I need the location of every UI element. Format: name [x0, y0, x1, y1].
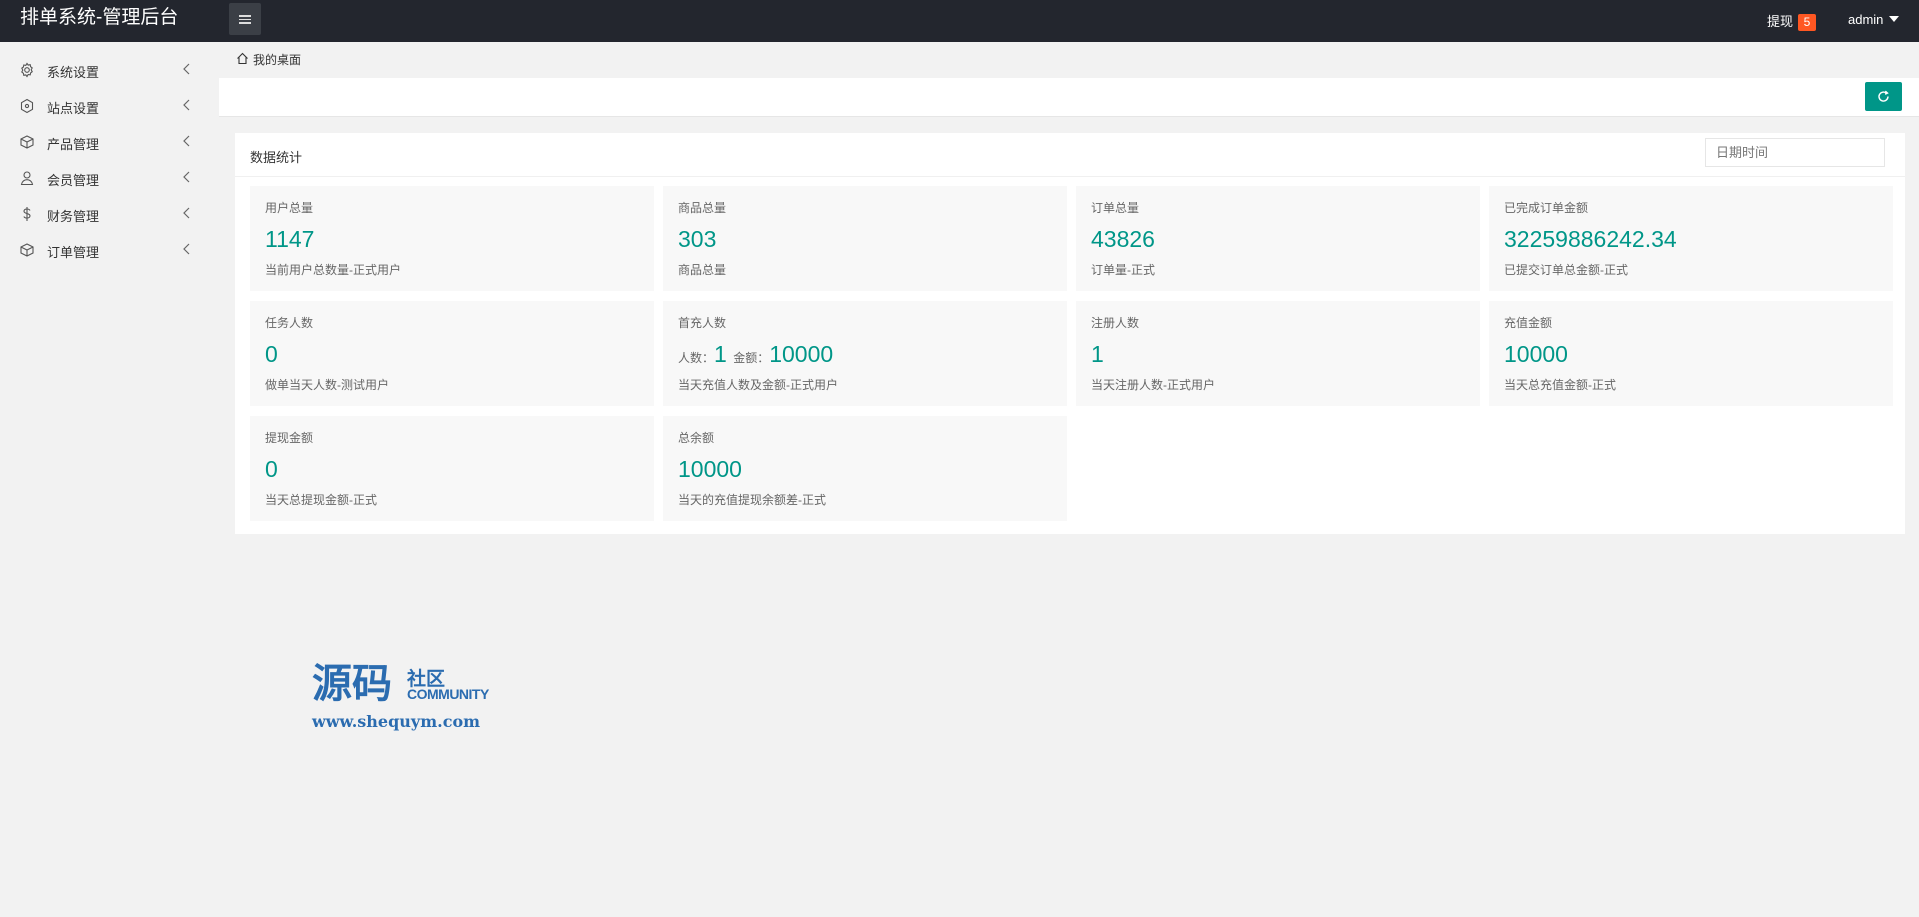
- chevron-left-icon: [181, 63, 193, 75]
- sidebar-item-label: 站点设置: [47, 101, 100, 116]
- toolbar: [219, 78, 1919, 117]
- sidebar-item-label: 订单管理: [47, 245, 100, 260]
- stat-desc: 做单当天人数-测试用户: [265, 378, 389, 392]
- user-name: admin: [1848, 12, 1884, 27]
- refresh-icon: [1878, 90, 1889, 102]
- stat-card-tasks: 任务人数 0 做单当天人数-测试用户: [250, 301, 654, 406]
- watermark-logo: 源码 社区 COMMUNITY www.shequym.com: [312, 662, 512, 734]
- stat-title: 首充人数: [678, 316, 727, 330]
- sidebar-item-system-settings[interactable]: 系统设置: [0, 52, 219, 88]
- site-icon: [19, 98, 35, 114]
- stat-value: 0: [265, 456, 278, 482]
- amount-value: 10000: [769, 341, 834, 367]
- breadcrumb-label: 我的桌面: [253, 53, 302, 67]
- stat-desc: 订单量-正式: [1091, 263, 1155, 277]
- count-value: 1: [714, 341, 727, 367]
- sidebar-item-product-management[interactable]: 产品管理: [0, 124, 219, 160]
- dollar-icon: [19, 206, 35, 222]
- stat-title: 任务人数: [265, 316, 314, 330]
- breadcrumb[interactable]: 我的桌面: [236, 51, 301, 68]
- stat-value: 1147: [265, 226, 315, 252]
- stat-title: 注册人数: [1091, 316, 1140, 330]
- stats-panel: 数据统计 用户总量 1147 当前用户总数量-正式用户 商品总量 303 商品总…: [235, 133, 1905, 534]
- sidebar-item-label: 产品管理: [47, 137, 100, 152]
- stat-value: 10000: [678, 456, 742, 482]
- stat-value: 1: [1091, 341, 1104, 367]
- stat-desc: 已提交订单总金额-正式: [1504, 263, 1628, 277]
- stat-card-balance: 总余额 10000 当天的充值提现余额差-正式: [663, 416, 1067, 521]
- gear-icon: [19, 62, 35, 78]
- caret-down-icon: [1889, 16, 1900, 22]
- withdraw-label: 提现: [1767, 14, 1794, 29]
- sidebar-item-site-settings[interactable]: 站点设置: [0, 88, 219, 124]
- stat-title: 商品总量: [678, 201, 727, 215]
- amount-label: 金额：: [733, 351, 770, 365]
- chevron-left-icon: [181, 243, 193, 255]
- menu-toggle-button[interactable]: [229, 3, 261, 35]
- stat-title: 已完成订单金额: [1504, 201, 1589, 215]
- stat-card-completed-amount: 已完成订单金额 32259886242.34 已提交订单总金额-正式: [1489, 186, 1893, 291]
- stat-title: 充值金额: [1504, 316, 1553, 330]
- stat-value: 10000: [1504, 341, 1568, 367]
- watermark-big-text: 源码: [312, 660, 392, 707]
- sidebar: 系统设置 站点设置 产品管理 会员管理 财务管理 订单管理: [0, 42, 219, 917]
- hamburger-icon-line: [239, 15, 251, 17]
- stat-card-products: 商品总量 303 商品总量: [663, 186, 1067, 291]
- count-label: 人数：: [678, 351, 715, 365]
- stat-card-registrations: 注册人数 1 当天注册人数-正式用户: [1076, 301, 1480, 406]
- sidebar-item-order-management[interactable]: 订单管理: [0, 232, 219, 268]
- chevron-left-icon: [181, 135, 193, 147]
- stat-card-orders: 订单总量 43826 订单量-正式: [1076, 186, 1480, 291]
- watermark-url: www.shequym.com: [312, 712, 481, 731]
- chevron-left-icon: [181, 99, 193, 111]
- refresh-button[interactable]: [1865, 82, 1902, 111]
- stat-desc: 当天充值人数及金额-正式用户: [678, 378, 838, 392]
- box-icon: [19, 134, 35, 150]
- stat-card-users: 用户总量 1147 当前用户总数量-正式用户: [250, 186, 654, 291]
- sidebar-item-label: 系统设置: [47, 65, 100, 80]
- stat-desc: 当天总充值金额-正式: [1504, 378, 1616, 392]
- stat-desc: 当天注册人数-正式用户: [1091, 378, 1215, 392]
- stat-card-first-recharge: 首充人数 人数：1 金额：10000 当天充值人数及金额-正式用户: [663, 301, 1067, 406]
- stat-title: 用户总量: [265, 201, 314, 215]
- top-header: 排单系统-管理后台 提现 5 admin: [0, 0, 1919, 42]
- stat-desc: 商品总量: [678, 263, 727, 277]
- stat-value-group: 人数：1 金额：10000: [678, 341, 833, 368]
- stat-value: 43826: [1091, 226, 1155, 252]
- withdraw-link[interactable]: 提现 5: [1767, 11, 1817, 31]
- hamburger-icon-line: [239, 18, 251, 20]
- date-time-input[interactable]: [1705, 138, 1885, 167]
- stat-value: 303: [678, 226, 717, 252]
- stat-card-recharge-amount: 充值金额 10000 当天总充值金额-正式: [1489, 301, 1893, 406]
- stat-title: 订单总量: [1091, 201, 1140, 215]
- withdraw-count-badge: 5: [1798, 14, 1817, 31]
- app-title: 排单系统-管理后台: [20, 7, 179, 28]
- user-menu[interactable]: admin: [1848, 12, 1900, 27]
- chevron-left-icon: [181, 171, 193, 183]
- order-box-icon: [19, 242, 35, 258]
- panel-divider: [235, 176, 1905, 177]
- sidebar-item-finance-management[interactable]: 财务管理: [0, 196, 219, 232]
- sidebar-item-label: 会员管理: [47, 173, 100, 188]
- home-icon: [236, 52, 249, 65]
- sidebar-item-label: 财务管理: [47, 209, 100, 224]
- stat-value: 32259886242.34: [1504, 226, 1677, 252]
- sidebar-item-member-management[interactable]: 会员管理: [0, 160, 219, 196]
- stat-value: 0: [265, 341, 278, 367]
- chevron-left-icon: [181, 207, 193, 219]
- user-icon: [19, 170, 35, 186]
- stat-desc: 当前用户总数量-正式用户: [265, 263, 401, 277]
- watermark-community-text: COMMUNITY: [407, 686, 489, 702]
- stat-title: 总余额: [678, 431, 715, 445]
- panel-title: 数据统计: [250, 150, 303, 165]
- stat-desc: 当天的充值提现余额差-正式: [678, 493, 826, 507]
- stat-card-withdraw-amount: 提现金额 0 当天总提现金额-正式: [250, 416, 654, 521]
- stat-desc: 当天总提现金额-正式: [265, 493, 377, 507]
- stat-title: 提现金额: [265, 431, 314, 445]
- hamburger-icon-line: [239, 22, 251, 24]
